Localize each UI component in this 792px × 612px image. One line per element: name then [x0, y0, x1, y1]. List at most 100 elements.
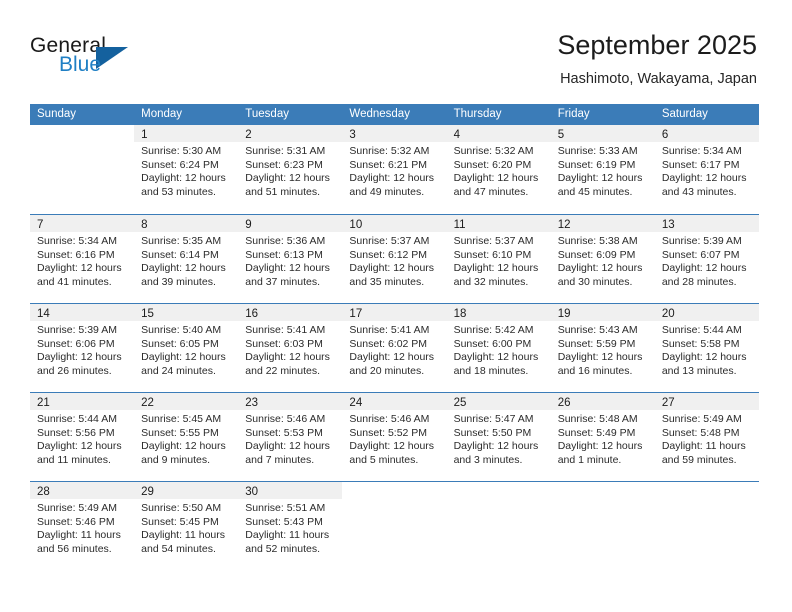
calendar-day-cell[interactable]: 30 Sunrise: 5:51 AM Sunset: 5:43 PM Dayligh…	[238, 482, 343, 570]
day-number-band: 28	[30, 482, 135, 499]
day-sun-info: Sunrise: 5:41 AM Sunset: 6:02 PM Daylight:…	[342, 321, 446, 378]
daylight-text-line1: Daylight: 12 hours	[661, 351, 747, 364]
calendar-day-cell[interactable]: 28 Sunrise: 5:49 AM Sunset: 5:46 PM Dayligh…	[30, 482, 135, 570]
weekday-header-friday: Friday	[557, 108, 590, 120]
masthead: General Blue September 2025 Hashimoto, W…	[0, 0, 792, 104]
calendar-day-cell[interactable]: 23 Sunrise: 5:46 AM Sunset: 5:53 PM Dayligh…	[238, 393, 343, 481]
day-sun-info: Sunrise: 5:45 AM Sunset: 5:55 PM Daylight:…	[134, 410, 238, 467]
sunset-text: Sunset: 5:48 PM	[661, 426, 740, 439]
calendar-day-cell[interactable]: 6 Sunrise: 5:34 AM Sunset: 6:17 PM Daylight…	[654, 125, 759, 214]
day-number: 12	[557, 219, 571, 231]
calendar-day-cell[interactable]: 14 Sunrise: 5:39 AM Sunset: 6:06 PM Dayligh…	[30, 304, 135, 392]
calendar-week-row: 14 Sunrise: 5:39 AM Sunset: 6:06 PM Dayligh…	[30, 303, 759, 392]
day-number-band: 29	[134, 482, 239, 499]
calendar-week-row: 7 Sunrise: 5:34 AM Sunset: 6:16 PM Daylight…	[30, 214, 759, 303]
day-number: 1	[141, 129, 148, 141]
daylight-text-line1: Daylight: 12 hours	[661, 262, 747, 275]
day-number: 13	[661, 219, 675, 231]
sunset-text: Sunset: 6:23 PM	[245, 158, 323, 171]
calendar-day-cell-empty	[30, 125, 134, 214]
sunrise-text: Sunrise: 5:44 AM	[661, 324, 742, 336]
calendar-day-cell[interactable]: 13 Sunrise: 5:39 AM Sunset: 6:07 PM Dayligh…	[654, 215, 759, 303]
day-number-band: 15	[134, 304, 239, 321]
daylight-text-line1: Daylight: 11 hours	[37, 529, 121, 542]
sunset-text: Sunset: 6:13 PM	[245, 248, 323, 261]
calendar-day-cell[interactable]: 16 Sunrise: 5:41 AM Sunset: 6:03 PM Dayligh…	[238, 304, 343, 392]
daylight-text-line1: Daylight: 12 hours	[349, 172, 435, 185]
day-number: 26	[557, 397, 571, 409]
calendar-day-cell[interactable]: 3 Sunrise: 5:32 AM Sunset: 6:21 PM Daylight…	[342, 125, 447, 214]
sunrise-text: Sunrise: 5:37 AM	[349, 235, 430, 247]
sunset-text: Sunset: 6:10 PM	[453, 248, 532, 261]
sunset-text: Sunset: 5:46 PM	[37, 515, 115, 528]
calendar-day-cell[interactable]: 27 Sunrise: 5:49 AM Sunset: 5:48 PM Dayligh…	[654, 393, 759, 481]
day-number: 6	[661, 129, 669, 141]
calendar-day-cell[interactable]: 2 Sunrise: 5:31 AM Sunset: 6:23 PM Daylight…	[238, 125, 343, 214]
sunset-text: Sunset: 5:49 PM	[557, 426, 636, 439]
day-number: 16	[245, 308, 259, 320]
day-number-band	[655, 482, 759, 499]
day-number: 30	[245, 486, 259, 498]
calendar-day-cell[interactable]: 4 Sunrise: 5:32 AM Sunset: 6:20 PM Daylight…	[446, 125, 551, 214]
sunset-text: Sunset: 5:59 PM	[557, 337, 636, 350]
calendar-day-cell[interactable]: 22 Sunrise: 5:45 AM Sunset: 5:55 PM Dayligh…	[134, 393, 239, 481]
day-sun-info: Sunrise: 5:51 AM Sunset: 5:43 PM Daylight:…	[238, 499, 342, 556]
sunset-text: Sunset: 5:58 PM	[661, 337, 740, 350]
sunset-text: Sunset: 5:50 PM	[453, 426, 532, 439]
calendar-day-cell[interactable]: 20 Sunrise: 5:44 AM Sunset: 5:58 PM Dayligh…	[654, 304, 759, 392]
day-number-band: 4	[446, 125, 551, 142]
day-number: 8	[141, 219, 148, 231]
sunset-text: Sunset: 6:03 PM	[245, 337, 323, 350]
daylight-text-line1: Daylight: 11 hours	[245, 529, 330, 542]
day-sun-info: Sunrise: 5:49 AM Sunset: 5:46 PM Daylight:…	[30, 499, 134, 556]
weekday-header-saturday: Saturday	[661, 108, 708, 120]
daylight-text-line2: and 53 minutes.	[141, 185, 216, 198]
daylight-text-line2: and 39 minutes.	[141, 275, 216, 288]
calendar-day-cell[interactable]: 19 Sunrise: 5:43 AM Sunset: 5:59 PM Dayligh…	[550, 304, 655, 392]
calendar-day-cell[interactable]: 10 Sunrise: 5:37 AM Sunset: 6:12 PM Dayligh…	[342, 215, 447, 303]
sunset-text: Sunset: 5:43 PM	[245, 515, 323, 528]
calendar-day-cell[interactable]: 1 Sunrise: 5:30 AM Sunset: 6:24 PM Daylight…	[134, 125, 239, 214]
calendar-day-cell[interactable]: 5 Sunrise: 5:33 AM Sunset: 6:19 PM Daylight…	[550, 125, 655, 214]
daylight-text-line1: Daylight: 12 hours	[141, 262, 226, 275]
day-number: 17	[349, 308, 363, 320]
calendar-grid: Sunday Monday Tuesday Wednesday Thursday Frid…	[30, 104, 759, 570]
calendar-day-cell[interactable]: 12 Sunrise: 5:38 AM Sunset: 6:09 PM Dayligh…	[550, 215, 655, 303]
calendar-page: General Blue September 2025 Hashimoto, W…	[0, 0, 792, 612]
calendar-day-cell[interactable]: 24 Sunrise: 5:46 AM Sunset: 5:52 PM Dayligh…	[342, 393, 447, 481]
calendar-day-cell[interactable]: 26 Sunrise: 5:48 AM Sunset: 5:49 PM Dayligh…	[550, 393, 655, 481]
sunrise-text: Sunrise: 5:44 AM	[37, 413, 117, 425]
sunset-text: Sunset: 5:45 PM	[141, 515, 219, 528]
day-number: 21	[37, 397, 50, 409]
sunrise-text: Sunrise: 5:34 AM	[661, 145, 742, 157]
day-number-band: 24	[342, 393, 447, 410]
day-sun-info: Sunrise: 5:46 AM Sunset: 5:52 PM Daylight:…	[342, 410, 446, 467]
calendar-day-cell-empty	[655, 482, 759, 570]
calendar-day-cell[interactable]: 7 Sunrise: 5:34 AM Sunset: 6:16 PM Daylight…	[30, 215, 135, 303]
sunrise-text: Sunrise: 5:49 AM	[661, 413, 742, 425]
daylight-text-line1: Daylight: 12 hours	[453, 351, 539, 364]
daylight-text-line2: and 43 minutes.	[661, 185, 737, 198]
day-number: 27	[661, 397, 675, 409]
calendar-day-cell[interactable]: 18 Sunrise: 5:42 AM Sunset: 6:00 PM Dayligh…	[446, 304, 551, 392]
calendar-week-row: 21 Sunrise: 5:44 AM Sunset: 5:56 PM Dayligh…	[30, 392, 759, 481]
daylight-text-line1: Daylight: 12 hours	[141, 351, 226, 364]
day-sun-info: Sunrise: 5:43 AM Sunset: 5:59 PM Daylight:…	[551, 321, 655, 378]
calendar-day-cell[interactable]: 17 Sunrise: 5:41 AM Sunset: 6:02 PM Dayligh…	[342, 304, 447, 392]
calendar-day-cell[interactable]: 25 Sunrise: 5:47 AM Sunset: 5:50 PM Dayligh…	[446, 393, 551, 481]
calendar-day-cell[interactable]: 29 Sunrise: 5:50 AM Sunset: 5:45 PM Dayligh…	[134, 482, 239, 570]
day-number-band: 30	[238, 482, 343, 499]
day-sun-info: Sunrise: 5:33 AM Sunset: 6:19 PM Daylight:…	[551, 142, 655, 199]
weekday-header-row: Sunday Monday Tuesday Wednesday Thursday Frid…	[30, 104, 759, 125]
general-blue-logo[interactable]: General Blue	[30, 34, 210, 84]
day-number-band: 6	[654, 125, 759, 142]
calendar-day-cell[interactable]: 21 Sunrise: 5:44 AM Sunset: 5:56 PM Dayligh…	[30, 393, 135, 481]
calendar-day-cell[interactable]: 11 Sunrise: 5:37 AM Sunset: 6:10 PM Dayligh…	[446, 215, 551, 303]
sunrise-text: Sunrise: 5:41 AM	[349, 324, 430, 336]
sunrise-text: Sunrise: 5:39 AM	[661, 235, 742, 247]
calendar-day-cell[interactable]: 8 Sunrise: 5:35 AM Sunset: 6:14 PM Daylight…	[134, 215, 239, 303]
sunrise-text: Sunrise: 5:42 AM	[453, 324, 534, 336]
calendar-day-cell[interactable]: 15 Sunrise: 5:40 AM Sunset: 6:05 PM Dayligh…	[134, 304, 239, 392]
calendar-day-cell[interactable]: 9 Sunrise: 5:36 AM Sunset: 6:13 PM Daylight…	[238, 215, 343, 303]
sunset-text: Sunset: 6:07 PM	[661, 248, 740, 261]
